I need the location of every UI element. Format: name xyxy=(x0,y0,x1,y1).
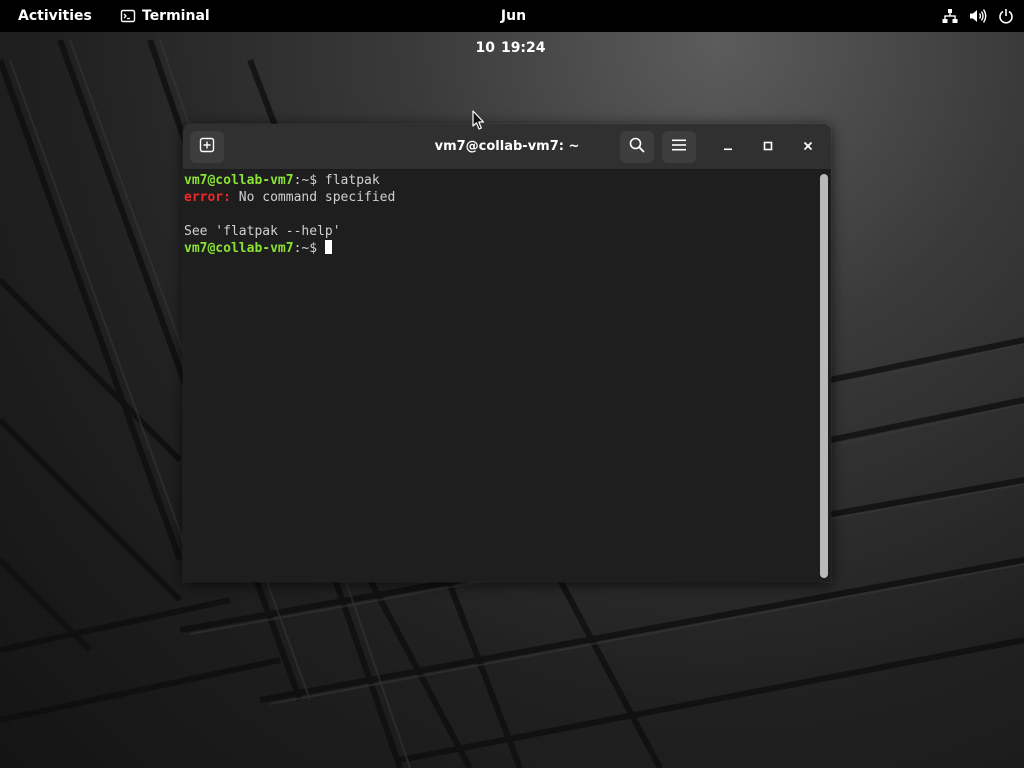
terminal-line: vm7@collab-vm7:~$ xyxy=(184,240,817,257)
terminal-line: error: No command specified xyxy=(184,189,817,206)
scrollbar-thumb[interactable] xyxy=(820,174,828,578)
main-menu-button[interactable] xyxy=(662,131,696,163)
command-text: flatpak xyxy=(324,173,380,188)
network-icon[interactable] xyxy=(940,6,960,26)
app-menu-button[interactable]: Terminal xyxy=(114,0,216,32)
terminal-output[interactable]: vm7@collab-vm7:~$ flatpak error: No comm… xyxy=(183,170,817,582)
new-tab-button[interactable] xyxy=(190,131,224,163)
activities-button[interactable]: Activities xyxy=(10,0,100,32)
prompt-symbol: :~$ xyxy=(293,241,325,256)
output-text: See 'flatpak --help' xyxy=(184,224,341,239)
terminal-window[interactable]: vm7@collab-vm7: ~ vm7@collab-vm7:~$ flat… xyxy=(183,124,831,582)
minimize-button[interactable] xyxy=(716,136,740,160)
text-cursor xyxy=(324,240,332,254)
system-tray[interactable] xyxy=(932,0,1016,32)
window-title: vm7@collab-vm7: ~ xyxy=(434,139,580,154)
terminal-icon xyxy=(120,8,136,24)
header-bar[interactable]: vm7@collab-vm7: ~ xyxy=(183,124,831,170)
scrollbar[interactable] xyxy=(817,170,831,582)
close-icon xyxy=(802,139,814,157)
prompt-user-host: vm7@collab-vm7 xyxy=(184,173,294,188)
maximize-button[interactable] xyxy=(756,136,780,160)
error-message: No command specified xyxy=(230,190,396,205)
mouse-pointer-icon xyxy=(472,110,486,132)
new-tab-icon xyxy=(199,137,215,158)
top-bar: Activities Terminal Jun 10 19:24 xyxy=(0,0,1024,56)
clock-button[interactable]: Jun 10 19:24 xyxy=(460,0,564,56)
prompt-user-host: vm7@collab-vm7 xyxy=(184,241,294,256)
volume-icon[interactable] xyxy=(968,6,988,26)
power-icon[interactable] xyxy=(996,6,1016,26)
maximize-icon xyxy=(762,139,774,157)
app-menu-label: Terminal xyxy=(142,8,210,24)
minimize-icon xyxy=(722,139,734,157)
terminal-line: See 'flatpak --help' xyxy=(184,223,817,240)
clock-time: 19:24 xyxy=(500,40,546,56)
search-button[interactable] xyxy=(620,131,654,163)
prompt-symbol: :~$ xyxy=(293,173,325,188)
search-icon xyxy=(629,137,645,158)
error-label: error: xyxy=(184,190,231,205)
terminal-line: vm7@collab-vm7:~$ flatpak xyxy=(184,172,817,189)
hamburger-menu-icon xyxy=(671,137,687,158)
close-button[interactable] xyxy=(796,136,820,160)
